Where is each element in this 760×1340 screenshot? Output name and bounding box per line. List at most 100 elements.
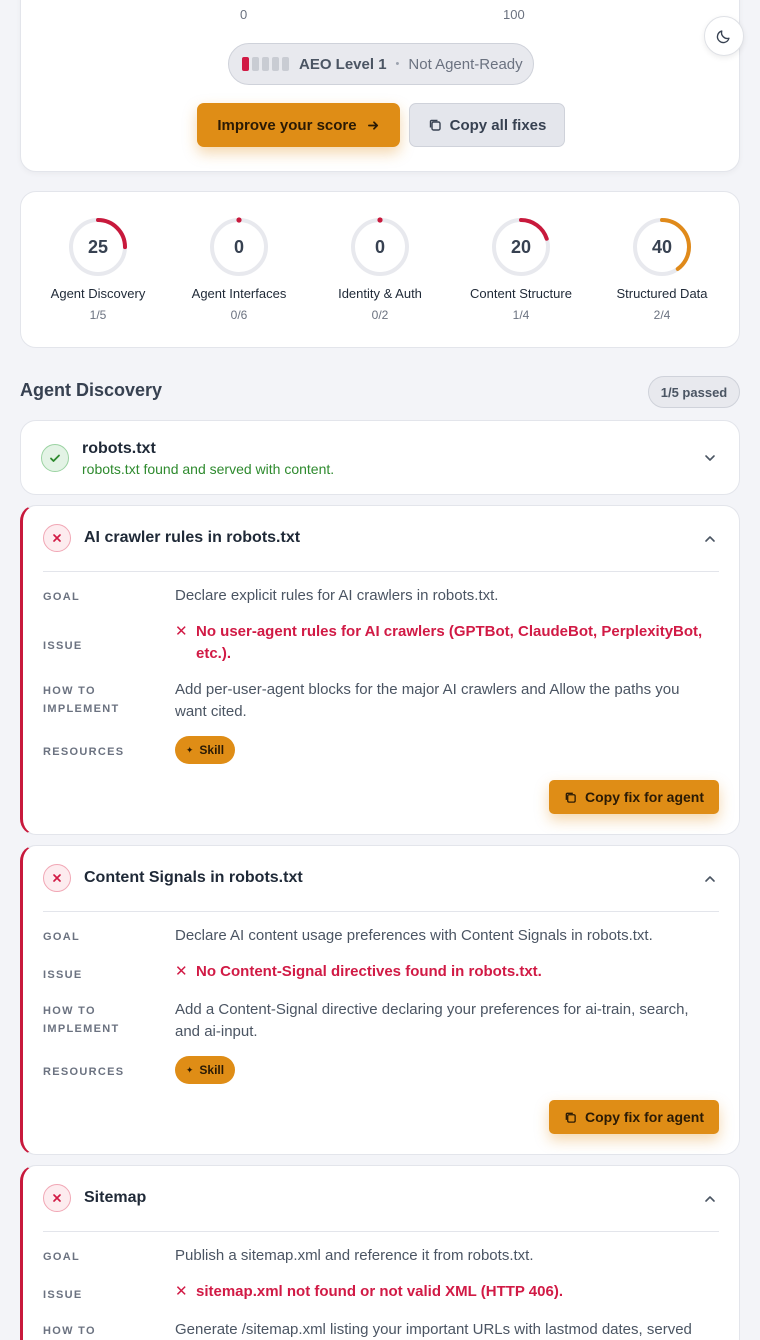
divider xyxy=(43,571,719,572)
gauge-ring: 20 xyxy=(492,218,550,276)
copy-fix-label: Copy fix for agent xyxy=(584,789,704,805)
gauge-value: 20 xyxy=(511,237,531,257)
check-card-sitemap: Sitemap GOAL Publish a sitemap.xml and r… xyxy=(20,1165,740,1340)
level-bar xyxy=(282,57,289,71)
gauge-fraction: 0/6 xyxy=(230,308,248,322)
gauge-ring: 40 xyxy=(633,218,691,276)
gauge-label: Identity & Auth xyxy=(338,286,422,301)
issue-label: ISSUE xyxy=(43,1289,83,1301)
how-to-text: Add a Content-Signal directive declaring… xyxy=(175,999,723,1043)
category-gauge[interactable]: 25 Agent Discovery 1/5 xyxy=(28,217,168,322)
issue-line: sitemap.xml not found or not valid XML (… xyxy=(196,1283,563,1300)
skill-label: Skill xyxy=(199,1063,225,1077)
how-to-line: want cited. xyxy=(175,703,247,720)
issue-x-icon: ✕ xyxy=(175,1283,188,1300)
check-title: robots.txt xyxy=(82,440,156,457)
how-to-label-line: HOW TO xyxy=(43,685,96,697)
gauge-fraction: 0/2 xyxy=(371,308,389,322)
check-passed-icon xyxy=(41,444,69,472)
goal-label: GOAL xyxy=(43,1251,80,1263)
chevron-down-icon[interactable] xyxy=(702,450,718,466)
copy-fix-label: Copy fix for agent xyxy=(584,1109,704,1125)
check-card-content-signals: Content Signals in robots.txt GOAL Decla… xyxy=(20,845,740,1155)
copy-all-fixes-button[interactable]: Copy all fixes xyxy=(409,103,565,147)
gauge-dot xyxy=(236,217,242,223)
section-title: Agent Discovery xyxy=(20,380,163,400)
goal-text: Declare explicit rules for AI crawlers i… xyxy=(175,587,499,604)
copy-all-fixes-label: Copy all fixes xyxy=(449,116,547,134)
passed-count-badge: 1/5 passed xyxy=(648,376,740,408)
issue-text: ✕ sitemap.xml not found or not valid XML… xyxy=(175,1281,723,1303)
sparkle-icon: ✦ xyxy=(185,1064,194,1075)
gauge-value: 40 xyxy=(652,237,672,257)
issue-label: ISSUE xyxy=(43,640,83,652)
divider xyxy=(43,911,719,912)
how-to-label-line: IMPLEMENT xyxy=(43,1023,120,1035)
skill-label: Skill xyxy=(199,743,225,757)
issue-line: No Content-Signal directives found in ro… xyxy=(196,963,542,980)
how-to-label-line: IMPLEMENT xyxy=(43,703,120,715)
check-failed-icon xyxy=(43,1184,71,1212)
level-bar xyxy=(252,57,259,71)
gauge-label: Content Structure xyxy=(470,286,572,301)
goal-label: GOAL xyxy=(43,591,80,603)
issue-label: ISSUE xyxy=(43,969,83,981)
moon-icon xyxy=(716,30,730,44)
copy-fix-button[interactable]: Copy fix for agent xyxy=(549,1100,719,1134)
chevron-up-icon[interactable] xyxy=(702,871,718,887)
score-axis-min: 0 xyxy=(240,7,248,22)
check-card-ai-crawler-rules: AI crawler rules in robots.txt GOAL Decl… xyxy=(20,505,740,835)
gauge-value: 25 xyxy=(88,237,108,257)
issue-text: ✕ No user-agent rules for AI crawlers (G… xyxy=(175,621,723,665)
category-gauge[interactable]: 0 Agent Interfaces 0/6 xyxy=(169,217,309,322)
check-failed-icon xyxy=(43,864,71,892)
how-to-label-line: HOW TO xyxy=(43,1325,96,1337)
gauge-ring: 0 xyxy=(351,217,409,276)
how-to-line: Add a Content-Signal directive declaring… xyxy=(175,1001,689,1018)
sparkle-icon: ✦ xyxy=(185,744,194,755)
skill-resource-link[interactable]: ✦ Skill xyxy=(175,736,235,764)
category-gauge[interactable]: 20 Content Structure 1/4 xyxy=(451,217,591,322)
resources-label: RESOURCES xyxy=(43,1066,125,1078)
gauge-ring: 25 xyxy=(69,218,127,276)
improve-score-button[interactable]: Improve your score xyxy=(197,103,400,147)
issue-x-icon: ✕ xyxy=(175,623,188,640)
score-summary-card: 0 100 AEO Level 1 • Not Agent-Ready Impr… xyxy=(20,0,740,172)
how-to-label: HOW TO IMPLEMENT xyxy=(43,682,153,718)
aeo-level-badge: AEO Level 1 • Not Agent-Ready xyxy=(228,43,534,85)
score-axis-max: 100 xyxy=(503,7,525,22)
level-name: AEO Level 1 xyxy=(299,55,387,73)
gauge-fraction: 1/5 xyxy=(89,308,107,322)
gauge-value: 0 xyxy=(234,237,244,257)
level-bar xyxy=(272,57,279,71)
chevron-up-icon[interactable] xyxy=(702,531,718,547)
check-title: Content Signals in robots.txt xyxy=(84,869,303,886)
how-to-line: Generate /sitemap.xml listing your impor… xyxy=(175,1321,692,1338)
issue-line: etc.). xyxy=(196,645,232,662)
gauge-value: 0 xyxy=(375,237,385,257)
how-to-label: HOW TO IMPLEMENT xyxy=(43,1322,153,1340)
check-title: Sitemap xyxy=(84,1189,147,1206)
category-gauge[interactable]: 40 Structured Data 2/4 xyxy=(592,217,732,322)
goal-text: Declare AI content usage preferences wit… xyxy=(175,927,653,944)
how-to-text: Generate /sitemap.xml listing your impor… xyxy=(175,1319,723,1340)
arrow-right-icon xyxy=(367,120,378,130)
check-summary: robots.txt found and served with content… xyxy=(82,461,335,477)
issue-text: ✕ No Content-Signal directives found in … xyxy=(175,961,723,983)
how-to-line: Add per-user-agent blocks for the major … xyxy=(175,681,680,698)
check-card-robots-txt[interactable]: robots.txt robots.txt found and served w… xyxy=(20,420,740,495)
category-gauge[interactable]: 0 Identity & Auth 0/2 xyxy=(310,217,450,322)
gauge-ring: 0 xyxy=(210,217,268,276)
issue-x-icon: ✕ xyxy=(175,963,188,980)
gauge-dot xyxy=(377,217,383,223)
copy-icon xyxy=(429,119,441,131)
gauge-label: Structured Data xyxy=(616,286,708,301)
divider xyxy=(43,1231,719,1232)
level-bar xyxy=(242,57,249,71)
skill-resource-link[interactable]: ✦ Skill xyxy=(175,1056,235,1084)
chevron-up-icon[interactable] xyxy=(702,1191,718,1207)
level-bar xyxy=(262,57,269,71)
goal-text: Publish a sitemap.xml and reference it f… xyxy=(175,1247,534,1264)
copy-fix-button[interactable]: Copy fix for agent xyxy=(549,780,719,814)
theme-toggle-button[interactable] xyxy=(704,16,744,56)
